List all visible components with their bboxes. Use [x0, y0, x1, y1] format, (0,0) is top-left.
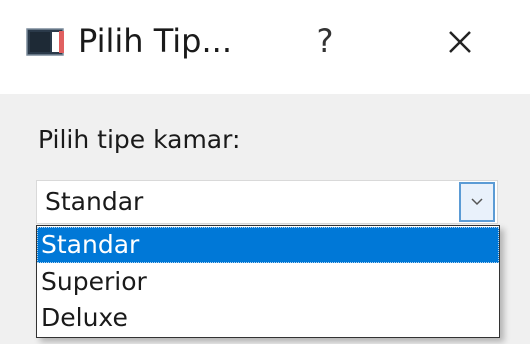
combobox-value: Standar: [45, 187, 144, 216]
window-title: Pilih Tip...: [78, 22, 232, 60]
title-bar: Pilih Tip... ?: [0, 0, 530, 94]
dialog-window: Pilih Tip... ? Pilih tipe kamar: Standar…: [0, 0, 530, 344]
room-type-combobox[interactable]: Standar: [36, 180, 498, 224]
room-type-label: Pilih tipe kamar:: [38, 125, 241, 154]
close-icon[interactable]: [430, 14, 490, 70]
option-standar[interactable]: Standar: [37, 227, 499, 263]
option-deluxe[interactable]: Deluxe: [37, 300, 499, 336]
option-superior[interactable]: Superior: [37, 264, 499, 300]
chevron-down-icon: [471, 198, 483, 206]
app-icon: [26, 28, 64, 56]
help-button[interactable]: ?: [300, 16, 350, 66]
combobox-arrow-button[interactable]: [459, 182, 495, 222]
room-type-dropdown-list: Standar Superior Deluxe: [36, 225, 500, 338]
